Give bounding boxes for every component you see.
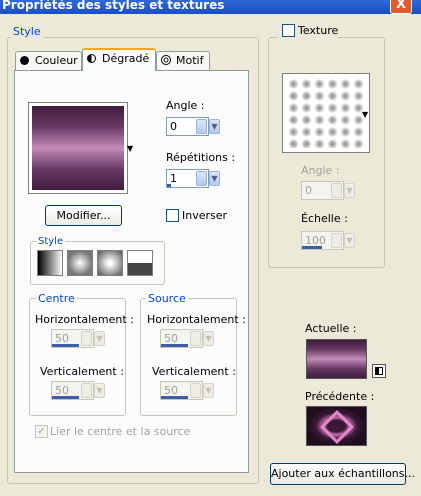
angle-dropdown-button[interactable]: ▼ — [209, 119, 220, 134]
pattern-icon — [161, 55, 171, 65]
radial-style-button[interactable] — [97, 250, 123, 276]
source-vertical-dropdown[interactable]: ▼ — [203, 383, 214, 398]
repetitions-slider-fill — [167, 184, 171, 187]
invert-checkbox[interactable] — [166, 209, 179, 222]
repetitions-value: 1 — [170, 172, 177, 185]
gradient-dropdown-arrow[interactable]: ▼ — [127, 144, 133, 153]
source-horizontal-dropdown[interactable]: ▼ — [203, 331, 214, 346]
texture-preview[interactable] — [282, 73, 370, 153]
tab-degrade-label: Dégradé — [102, 52, 150, 65]
current-label: Actuelle : — [305, 322, 357, 335]
centre-label: Centre — [36, 292, 77, 305]
angle-spinner[interactable]: 0 ▼ — [166, 117, 220, 136]
centre-vertical-fill — [52, 396, 79, 399]
link-centre-source-label: Lier le centre et la source — [50, 425, 191, 438]
texture-angle-spinner[interactable]: 0 ▼ — [301, 181, 355, 200]
source-vertical-label: Verticalement : — [152, 365, 236, 378]
centre-vertical-label: Verticalement : — [40, 365, 124, 378]
texture-angle-dropdown[interactable]: ▼ — [344, 183, 355, 198]
modify-button[interactable]: Modifier... — [45, 205, 122, 226]
centre-vertical-spin-buttons[interactable] — [81, 383, 92, 398]
source-horizontal-spin-buttons[interactable] — [190, 331, 201, 346]
tab-motif-label: Motif — [176, 54, 204, 67]
centre-horizontal-label: Horizontalement : — [35, 313, 134, 326]
source-horizontal-fill — [161, 344, 188, 347]
texture-scale-spinner[interactable]: 100 ▼ — [301, 231, 355, 250]
sunburst-style-button[interactable] — [127, 250, 153, 276]
style-group-label: Style — [11, 25, 43, 38]
texture-angle-value: 0 — [305, 184, 312, 197]
texture-angle-label: Angle : — [301, 164, 340, 177]
linear-style-button[interactable] — [37, 250, 63, 276]
texture-checkbox[interactable] — [282, 24, 295, 37]
centre-vertical-dropdown[interactable]: ▼ — [94, 383, 105, 398]
source-horizontal-label: Horizontalement : — [147, 313, 246, 326]
source-horizontal-spinner[interactable]: 50 ▼ — [160, 329, 214, 348]
previous-swatch — [306, 406, 367, 446]
gradient-preview[interactable] — [28, 102, 128, 194]
source-vertical-fill — [161, 396, 188, 399]
tab-motif[interactable]: Motif — [156, 51, 210, 71]
angle-spin-buttons[interactable] — [196, 119, 207, 134]
centre-vertical-spinner[interactable]: 50 ▼ — [51, 381, 105, 400]
gradient-style-label: Style — [36, 236, 66, 248]
texture-angle-spin-buttons[interactable] — [331, 183, 342, 198]
texture-label: Texture — [298, 24, 339, 37]
add-to-swatches-button[interactable]: Ajouter aux échantillons... — [270, 463, 415, 485]
gradient-half-circle-icon — [87, 54, 96, 63]
previous-diamond — [320, 410, 354, 444]
previous-label: Précédente : — [305, 390, 375, 403]
close-button[interactable]: X — [390, 0, 412, 14]
window-title: Propriétés des styles et textures — [0, 0, 421, 14]
tab-couleur[interactable]: Couleur — [15, 51, 82, 71]
texture-scale-fill — [302, 246, 322, 249]
centre-horizontal-dropdown[interactable]: ▼ — [94, 331, 105, 346]
texture-dropdown-arrow[interactable]: ▼ — [362, 110, 368, 119]
source-vertical-spin-buttons[interactable] — [190, 383, 201, 398]
current-swatch — [306, 339, 367, 379]
swap-icon[interactable] — [372, 364, 386, 378]
texture-scale-dropdown[interactable]: ▼ — [344, 233, 355, 248]
repetitions-spinner[interactable]: 1 ▼ — [166, 169, 220, 188]
rectangular-style-button[interactable] — [67, 250, 93, 276]
tab-couleur-label: Couleur — [35, 54, 78, 67]
gradient-swatch — [32, 106, 124, 190]
color-circle-icon — [20, 56, 29, 65]
link-centre-source-checkbox[interactable]: ✓ — [35, 425, 48, 438]
centre-horizontal-spin-buttons[interactable] — [81, 331, 92, 346]
texture-scale-spin-buttons[interactable] — [331, 233, 342, 248]
tab-degrade[interactable]: Dégradé — [82, 48, 156, 71]
repetitions-label: Répétitions : — [166, 151, 236, 164]
angle-label: Angle : — [166, 99, 205, 112]
texture-scale-label: Échelle : — [301, 212, 348, 225]
centre-horizontal-spinner[interactable]: 50 ▼ — [51, 329, 105, 348]
texture-swatch — [287, 78, 365, 148]
invert-label: Inverser — [182, 209, 228, 222]
angle-value: 0 — [170, 120, 177, 133]
source-label: Source — [146, 292, 188, 305]
repetitions-dropdown-button[interactable]: ▼ — [209, 171, 220, 186]
centre-horizontal-fill — [52, 344, 79, 347]
repetitions-spin-buttons[interactable] — [196, 171, 207, 186]
source-vertical-spinner[interactable]: 50 ▼ — [160, 381, 214, 400]
